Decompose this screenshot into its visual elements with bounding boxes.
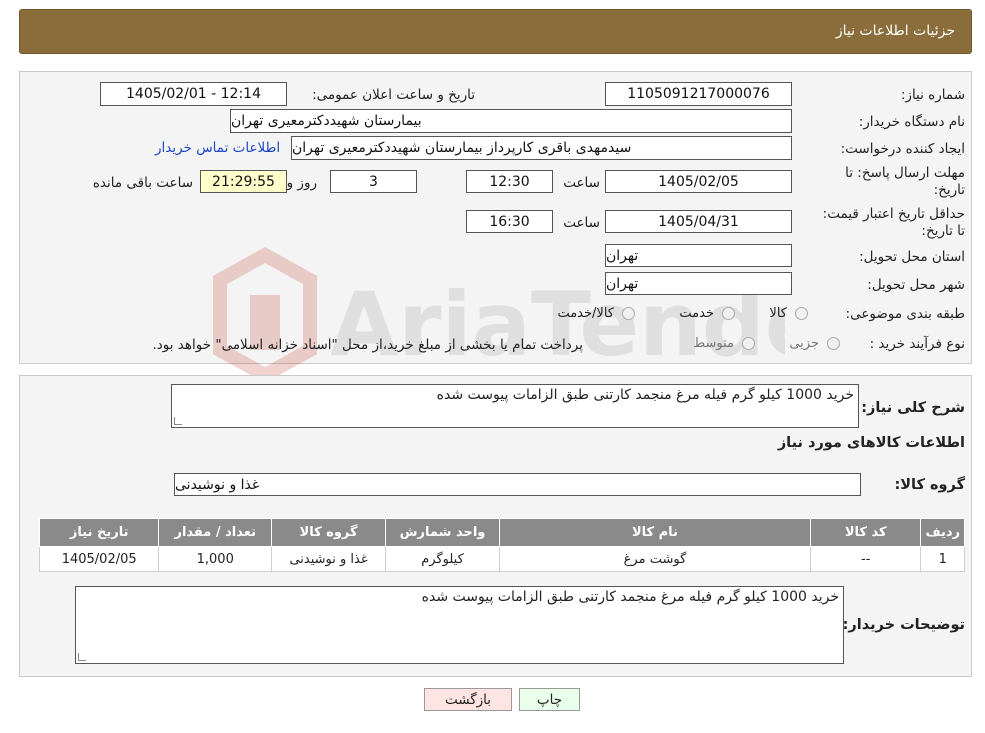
buyer-contact-link[interactable]: اطلاعات تماس خریدار <box>155 140 280 156</box>
days-remaining-field: 3 <box>330 170 417 193</box>
back-button[interactable]: بازگشت <box>424 688 512 711</box>
col-unit: واحد شمارش <box>385 518 500 547</box>
radio-icon[interactable] <box>722 307 735 320</box>
cell-item-code: -- <box>809 546 922 572</box>
col-item-name: نام کالا <box>498 518 811 547</box>
cell-unit: کیلوگرم <box>385 546 500 572</box>
process-note: پرداخت تمام یا بخشی از مبلغ خرید،از محل … <box>152 337 583 353</box>
cell-item-name: گوشت مرغ <box>498 546 811 572</box>
validity-label: حداقل تاریخ اعتبار قیمت: تا تاریخ: <box>822 206 965 239</box>
announce-label: تاریخ و ساعت اعلان عمومی: <box>312 87 475 103</box>
page-title: جزئیات اطلاعات نیاز <box>835 23 955 39</box>
category-option-label: کالا/خدمت <box>557 306 614 321</box>
need-number-field: 1105091217000076 <box>605 82 792 106</box>
validity-time-field: 16:30 <box>466 210 553 233</box>
creator-field: سیدمهدی باقری کارپرداز بیمارستان شهیددکت… <box>291 136 792 160</box>
city-field: تهران <box>605 272 792 295</box>
buyer-notes-label: توضیحات خریدار: <box>842 617 965 633</box>
print-button[interactable]: چاپ <box>519 688 580 711</box>
cell-row-number: 1 <box>920 546 965 572</box>
resize-grip-icon[interactable] <box>78 653 86 661</box>
buyer-notes-textarea[interactable]: خرید 1000 کیلو گرم فیله مرغ منجمد کارتنی… <box>75 586 844 664</box>
table-header-row: ردیف کد کالا نام کالا واحد شمارش گروه کا… <box>38 518 965 547</box>
col-need-date: تاریخ نیاز <box>38 518 160 547</box>
radio-icon[interactable] <box>827 337 840 350</box>
category-option-service[interactable]: خدمت <box>679 306 735 321</box>
radio-icon[interactable] <box>795 307 808 320</box>
page-header: جزئیات اطلاعات نیاز <box>19 9 972 54</box>
need-number-label: شماره نیاز: <box>900 87 965 103</box>
description-textarea[interactable]: خرید 1000 کیلو گرم فیله مرغ منجمد کارتنی… <box>171 384 859 428</box>
category-option-goods[interactable]: کالا <box>769 306 808 321</box>
cell-need-date: 1405/02/05 <box>38 546 160 572</box>
deadline-date-field: 1405/02/05 <box>605 170 792 193</box>
deadline-label: مهلت ارسال پاسخ: تا تاریخ: <box>845 165 965 198</box>
buyer-org-field: بیمارستان شهیددکترمعیری تهران <box>230 109 792 133</box>
cell-quantity: 1,000 <box>158 546 273 572</box>
col-row-number: ردیف <box>920 518 965 547</box>
province-label: استان محل تحویل: <box>859 249 965 265</box>
items-table-wrapper: ردیف کد کالا نام کالا واحد شمارش گروه کا… <box>38 518 965 572</box>
buyer-notes-box: خرید 1000 کیلو گرم فیله مرغ منجمد کارتنی… <box>75 586 844 664</box>
category-option-label: خدمت <box>679 306 714 321</box>
category-option-goods-service[interactable]: کالا/خدمت <box>557 306 635 321</box>
category-label: طبقه بندی موضوعی: <box>845 306 965 322</box>
city-label: شهر محل تحویل: <box>867 277 965 293</box>
radio-icon[interactable] <box>622 307 635 320</box>
table-row: 1 -- گوشت مرغ کیلوگرم غذا و نوشیدنی 1,00… <box>38 546 965 572</box>
cell-group: غذا و نوشیدنی <box>271 546 386 572</box>
validity-date-field: 1405/04/31 <box>605 210 792 233</box>
announce-field: 1405/02/01 - 12:14 <box>100 82 287 106</box>
remaining-time-field: 21:29:55 <box>200 170 287 193</box>
goods-group-label: گروه کالا: <box>894 477 965 493</box>
col-group: گروه کالا <box>271 518 386 547</box>
creator-label: ایجاد کننده درخواست: <box>840 141 965 157</box>
goods-info-title: اطلاعات کالاهای مورد نیاز <box>777 435 965 451</box>
process-option-medium[interactable]: متوسط <box>693 336 755 351</box>
deadline-time-field: 12:30 <box>466 170 553 193</box>
process-option-minor[interactable]: جزیی <box>789 336 840 351</box>
process-option-label: متوسط <box>693 336 734 351</box>
process-option-label: جزیی <box>789 336 819 351</box>
items-table: ردیف کد کالا نام کالا واحد شمارش گروه کا… <box>38 518 965 572</box>
col-quantity: تعداد / مقدار <box>158 518 273 547</box>
radio-icon[interactable] <box>742 337 755 350</box>
validity-time-label: ساعت <box>563 215 600 231</box>
province-field: تهران <box>605 244 792 267</box>
buyer-org-label: نام دستگاه خریدار: <box>858 114 965 130</box>
days-label: روز و <box>286 175 317 191</box>
deadline-time-label: ساعت <box>563 175 600 191</box>
col-item-code: کد کالا <box>809 518 922 547</box>
process-label: نوع فرآیند خرید : <box>869 336 965 352</box>
description-label: شرح کلی نیاز: <box>861 400 965 416</box>
goods-group-field: غذا و نوشیدنی <box>174 473 861 496</box>
resize-grip-icon[interactable] <box>174 417 182 425</box>
description-box: خرید 1000 کیلو گرم فیله مرغ منجمد کارتنی… <box>171 384 859 428</box>
remaining-time-label: ساعت باقی مانده <box>92 175 193 191</box>
category-option-label: کالا <box>769 306 787 321</box>
